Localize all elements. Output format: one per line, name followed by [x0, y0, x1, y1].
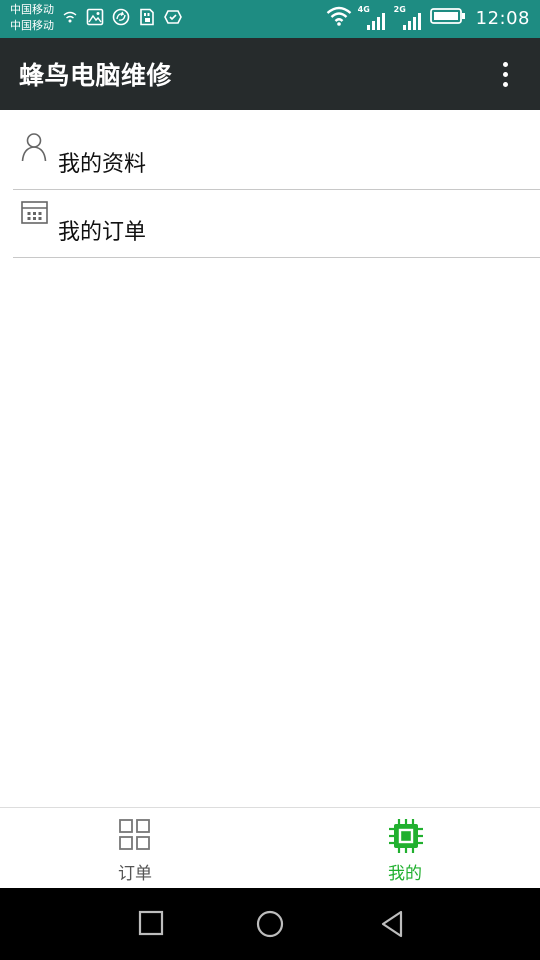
- chip-icon: [389, 819, 423, 857]
- recent-apps-button[interactable]: [138, 910, 164, 940]
- system-icons: 4G 2G 12:08: [326, 5, 530, 30]
- menu-item-label: 我的资料: [58, 152, 147, 177]
- sd-card-icon: [138, 8, 156, 30]
- tab-label: 我的: [388, 864, 422, 884]
- signal-4g: 4G: [358, 5, 388, 30]
- tab-mine[interactable]: 我的: [270, 808, 540, 889]
- dot-icon: [502, 61, 508, 67]
- clock: 12:08: [475, 7, 530, 29]
- overflow-menu-button[interactable]: [490, 56, 520, 92]
- tab-label: 订单: [118, 864, 152, 884]
- menu-item-label: 我的订单: [58, 220, 147, 245]
- grid-icon: [119, 819, 151, 855]
- dot-icon: [502, 81, 508, 87]
- app-title: 蜂鸟电脑维修: [19, 61, 173, 90]
- signal-2g: 2G: [394, 5, 424, 30]
- carrier-2-label: 中国移动: [10, 19, 54, 32]
- home-button[interactable]: [256, 910, 284, 942]
- person-icon: [21, 132, 47, 166]
- profile-menu-list: 我的资料 我的订单: [13, 122, 540, 258]
- app-bar: 蜂鸟电脑维修: [0, 38, 540, 110]
- back-button[interactable]: [380, 910, 404, 942]
- menu-item-my-orders[interactable]: 我的订单: [13, 190, 540, 258]
- system-navigation-bar: [0, 888, 540, 960]
- status-bar: 中国移动 中国移动 4G 2G 12:08: [0, 0, 540, 38]
- notification-icons: [62, 8, 182, 30]
- image-icon: [86, 8, 104, 30]
- battery-icon: [429, 7, 466, 29]
- carrier-1-label: 中国移动: [10, 3, 54, 16]
- wifi-call-icon: [62, 9, 78, 29]
- sync-icon: [112, 8, 130, 30]
- tab-orders[interactable]: 订单: [0, 808, 270, 889]
- menu-item-my-profile[interactable]: 我的资料: [13, 122, 540, 190]
- signal-bars-icon: [402, 13, 421, 30]
- bottom-tab-bar: 订单 我的: [0, 807, 540, 888]
- carrier-info: 中国移动 中国移动: [10, 2, 54, 34]
- signal-bars-icon: [366, 13, 385, 30]
- shield-icon: [164, 8, 182, 30]
- dot-icon: [502, 71, 508, 77]
- wifi-icon: [326, 6, 352, 30]
- calendar-icon: [21, 200, 49, 230]
